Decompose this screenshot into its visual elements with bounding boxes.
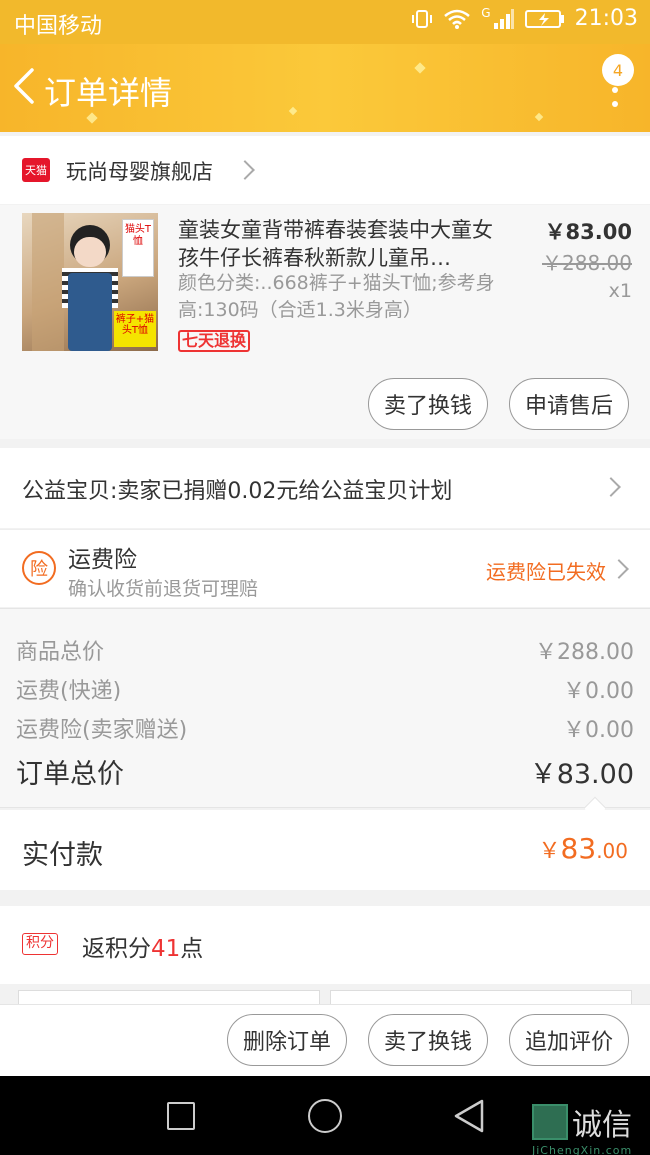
summary-value: ￥288.00: [535, 640, 634, 665]
back-arrow-icon[interactable]: [10, 64, 40, 108]
insurance-icon: 险: [22, 551, 56, 585]
watermark: 诚信 JiChengXin.com: [532, 1100, 632, 1155]
summary-label: 运费(快递): [16, 679, 122, 704]
store-name[interactable]: 玩尚母婴旗舰店: [66, 156, 213, 186]
vibrate-icon: [412, 9, 433, 28]
order-total-label: 订单总价: [16, 759, 124, 790]
product-thumbnail[interactable]: 猫头T恤 裤子+猫头T恤: [22, 213, 158, 351]
actual-payment-label: 实付款: [22, 840, 103, 871]
page-title: 订单详情: [44, 74, 173, 112]
insurance-subtitle: 确认收货前退货可理赔: [68, 578, 259, 600]
battery-icon: [524, 9, 564, 28]
summary-label: 运费险(卖家赠送): [16, 718, 188, 743]
payment-currency: ￥: [538, 839, 561, 864]
sell-for-cash-bottom-button[interactable]: 卖了换钱: [368, 1014, 488, 1066]
actual-payment-value: ￥83.00: [539, 832, 628, 865]
network-type: G: [481, 5, 491, 20]
charity-text: 公益宝贝:卖家已捐赠0.02元给公益宝贝计划: [22, 479, 453, 504]
product-title[interactable]: 童装女童背带裤春装套装中大童女孩牛仔长裤春秋新款儿童吊…: [178, 216, 498, 272]
clock: 21:03: [574, 6, 638, 31]
apply-after-sale-button[interactable]: 申请售后: [509, 378, 629, 430]
more-options-icon[interactable]: [612, 80, 618, 110]
summary-value: ￥0.00: [563, 718, 634, 743]
summary-label: 商品总价: [16, 640, 105, 665]
carrier-label: 中国移动: [14, 14, 103, 39]
status-bar: 中国移动 G 21:03: [0, 0, 650, 44]
tmall-badge: 天猫: [22, 158, 50, 182]
product-price: ￥83.00: [544, 220, 632, 244]
wifi-icon: [444, 9, 471, 29]
delete-order-button[interactable]: 删除订单: [227, 1014, 347, 1066]
summary-value: ￥0.00: [563, 679, 634, 704]
back-nav-icon[interactable]: [452, 1098, 486, 1134]
payment-int: 83: [560, 832, 597, 865]
watermark-logo-icon: [532, 1104, 568, 1140]
thumb-label-bottom: 裤子+猫头T恤: [114, 311, 156, 347]
payment-dec: .00: [596, 839, 628, 863]
points-suffix: 点: [180, 936, 204, 962]
thumb-label-top: 猫头T恤: [122, 219, 154, 277]
points-text: 返积分41点: [82, 929, 203, 963]
points-badge: 积分: [22, 933, 58, 955]
product-quantity: x1: [608, 280, 632, 302]
watermark-url: JiChengXin.com: [532, 1144, 633, 1155]
recent-apps-icon[interactable]: [167, 1102, 195, 1130]
points-prefix: 返积分: [82, 936, 151, 962]
watermark-text: 诚信: [572, 1108, 632, 1143]
points-value: 41: [151, 936, 181, 962]
insurance-status: 运费险已失效: [486, 560, 606, 584]
signal-icon: [493, 8, 514, 29]
add-review-button[interactable]: 追加评价: [509, 1014, 629, 1066]
insurance-title: 运费险: [68, 547, 137, 573]
original-price: ￥288.00: [542, 251, 632, 275]
product-attributes: 颜色分类:..668裤子+猫头T恤;参考身高:130码（合适1.3米身高）: [178, 272, 495, 321]
status-icons: G 21:03: [411, 6, 638, 31]
order-total-value: ￥83.00: [529, 759, 634, 790]
seven-day-return-tag: 七天退换: [178, 330, 251, 352]
sell-for-cash-button[interactable]: 卖了换钱: [368, 378, 488, 430]
title-bar: 订单详情 4: [0, 44, 650, 132]
message-badge[interactable]: 4: [602, 54, 634, 86]
home-icon[interactable]: [308, 1099, 342, 1133]
